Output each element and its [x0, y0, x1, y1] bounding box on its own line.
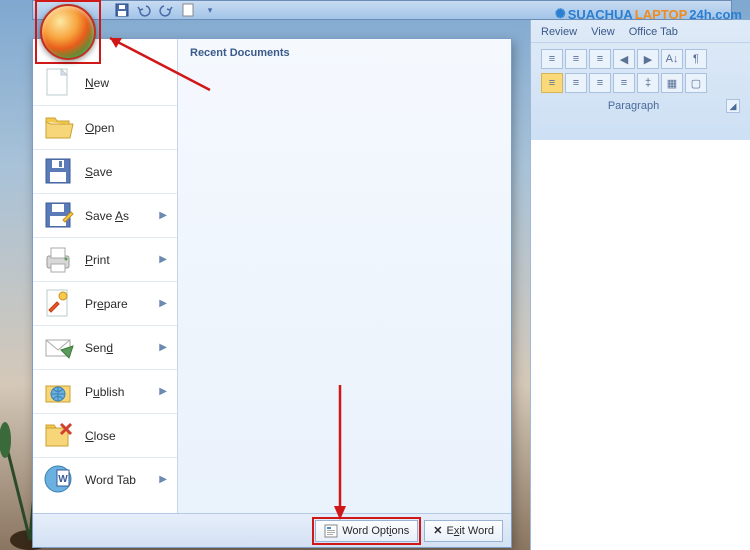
submenu-arrow-icon: ▶	[159, 298, 167, 309]
gear-icon: ✺	[555, 6, 566, 22]
submenu-arrow-icon: ▶	[159, 254, 167, 265]
menu-item-label: New	[85, 76, 109, 90]
paragraph-group: ≡ ≡ ≡ ◀ ▶ A↓ ¶ ≡ ≡ ≡ ≡ ‡ ▦ ▢ Paragraph ◢	[531, 42, 750, 119]
tab-office-tab[interactable]: Office Tab	[629, 26, 678, 38]
qat-dropdown-icon[interactable]: ▾	[203, 3, 217, 17]
multilevel-icon[interactable]: ≡	[589, 49, 611, 69]
saveas-icon	[43, 200, 75, 232]
word-options-button[interactable]: Word Options	[315, 520, 418, 542]
office-menu: NewOpenSaveSave As▶Print▶Prepare▶Send▶Pu…	[32, 38, 512, 548]
menu-item-send[interactable]: Send ▶	[33, 325, 177, 369]
numbering-icon[interactable]: ≡	[565, 49, 587, 69]
recent-documents-panel: Recent Documents	[178, 39, 511, 513]
close-icon	[43, 420, 75, 452]
menu-item-label: Prepare	[85, 297, 128, 311]
menu-item-save-as[interactable]: Save As ▶	[33, 193, 177, 237]
menu-item-save[interactable]: Save	[33, 149, 177, 193]
align-right-icon[interactable]: ≡	[589, 73, 611, 93]
undo-icon[interactable]	[137, 3, 151, 17]
menu-item-label: Open	[85, 121, 114, 135]
send-icon	[43, 332, 75, 364]
menu-item-label: Save As	[85, 209, 129, 223]
borders-icon[interactable]: ▢	[685, 73, 707, 93]
menu-item-print[interactable]: Print ▶	[33, 237, 177, 281]
office-menu-commands: NewOpenSaveSave As▶Print▶Prepare▶Send▶Pu…	[33, 39, 178, 513]
show-marks-icon[interactable]: ¶	[685, 49, 707, 69]
new-icon	[43, 67, 75, 99]
office-menu-footer: Word Options ✕ Exit Word	[33, 513, 511, 547]
watermark: ✺ SUACHUALAPTOP24h.com	[555, 6, 742, 22]
menu-item-label: Print	[85, 253, 110, 267]
menu-item-label: Save	[85, 165, 112, 179]
align-center-icon[interactable]: ≡	[565, 73, 587, 93]
recent-documents-title: Recent Documents	[190, 47, 499, 59]
align-left-icon[interactable]: ≡	[541, 73, 563, 93]
menu-item-prepare[interactable]: Prepare ▶	[33, 281, 177, 325]
decrease-indent-icon[interactable]: ◀	[613, 49, 635, 69]
menu-item-label: Publish	[85, 385, 124, 399]
document-area[interactable]	[530, 140, 750, 550]
options-icon	[324, 524, 338, 538]
menu-item-open[interactable]: Open	[33, 105, 177, 149]
close-icon: ✕	[433, 524, 442, 537]
shading-icon[interactable]: ▦	[661, 73, 683, 93]
submenu-arrow-icon: ▶	[159, 474, 167, 485]
open-icon	[43, 112, 75, 144]
print-icon	[43, 244, 75, 276]
office-button[interactable]	[40, 4, 96, 60]
menu-item-new[interactable]: New	[33, 61, 177, 105]
submenu-arrow-icon: ▶	[159, 342, 167, 353]
menu-item-close[interactable]: Close	[33, 413, 177, 457]
menu-item-publish[interactable]: Publish ▶	[33, 369, 177, 413]
sort-icon[interactable]: A↓	[661, 49, 683, 69]
increase-indent-icon[interactable]: ▶	[637, 49, 659, 69]
wordtab-icon: W	[43, 464, 75, 496]
menu-item-label: Send	[85, 341, 113, 355]
exit-word-button[interactable]: ✕ Exit Word	[424, 520, 503, 542]
line-spacing-icon[interactable]: ‡	[637, 73, 659, 93]
svg-text:W: W	[58, 474, 68, 485]
paragraph-dialog-launcher-icon[interactable]: ◢	[726, 99, 740, 113]
submenu-arrow-icon: ▶	[159, 386, 167, 397]
redo-icon[interactable]	[159, 3, 173, 17]
submenu-arrow-icon: ▶	[159, 210, 167, 221]
save-icon	[43, 156, 75, 188]
save-icon[interactable]	[115, 3, 129, 17]
menu-item-label: Word Tab	[85, 473, 136, 487]
publish-icon	[43, 376, 75, 408]
prepare-icon	[43, 288, 75, 320]
bullets-icon[interactable]: ≡	[541, 49, 563, 69]
new-doc-icon[interactable]	[181, 3, 195, 17]
paragraph-group-label: Paragraph	[608, 100, 659, 112]
menu-item-label: Close	[85, 429, 116, 443]
menu-item-word-tab[interactable]: W Word Tab ▶	[33, 457, 177, 501]
justify-icon[interactable]: ≡	[613, 73, 635, 93]
ribbon: Review View Office Tab ≡ ≡ ≡ ◀ ▶ A↓ ¶ ≡ …	[530, 20, 750, 140]
tab-review[interactable]: Review	[541, 26, 577, 38]
tab-view[interactable]: View	[591, 26, 615, 38]
